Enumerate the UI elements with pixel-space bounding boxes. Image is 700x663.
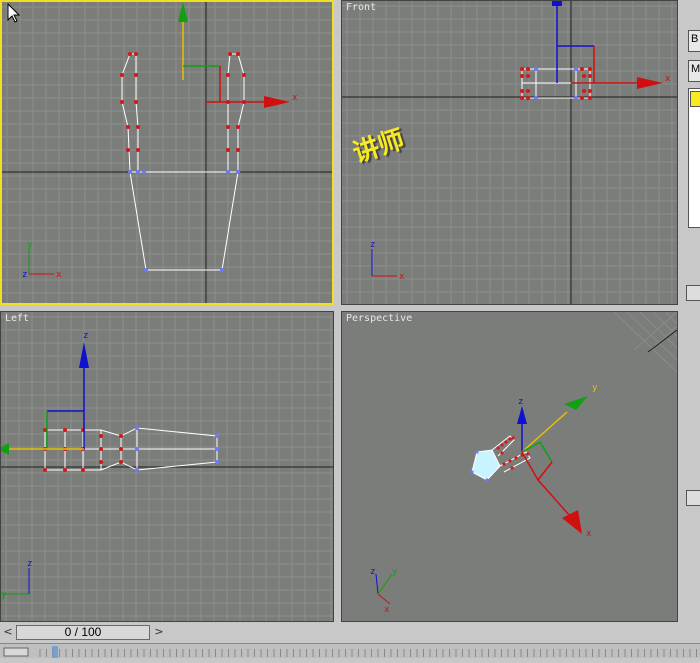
palm-outline [129, 171, 239, 271]
gizmo-z-arrow [517, 406, 527, 424]
viewport-perspective[interactable]: z y x z y x Perspective [341, 311, 678, 622]
tripod-y-label: y [27, 240, 33, 250]
gizmo-z-arrow [79, 342, 89, 368]
viewport-label-left[interactable]: Left [5, 313, 29, 324]
gizmo-z-arrow [552, 1, 562, 6]
top-viewport-canvas: x y x z [2, 2, 332, 303]
tripod-z [375, 573, 379, 595]
persp-palm [471, 449, 501, 481]
time-slider[interactable]: 0 / 100 [16, 625, 150, 640]
tripod-x-label: x [399, 272, 405, 282]
tripod-x-label: x [384, 605, 390, 615]
gizmo-x-axis [537, 479, 571, 517]
time-slider-bar: < 0 / 100 > [0, 624, 700, 642]
gizmo-plane-handle [537, 461, 553, 481]
tripod-z-label: z [370, 240, 375, 250]
tripod-x [377, 593, 391, 605]
gizmo-x-label: x [586, 529, 592, 539]
viewport-top[interactable]: x y x z [0, 0, 334, 305]
gizmo-z-label: z [518, 397, 523, 407]
gizmo-y-arrow [1, 443, 9, 455]
perspective-viewport-canvas: z y x z y x [370, 312, 677, 615]
gizmo-x-label: x [292, 93, 298, 103]
gizmo-y-label: y [592, 383, 598, 393]
grid [2, 2, 332, 303]
tripod-z-label: z [27, 559, 32, 569]
time-next-button[interactable]: > [152, 625, 166, 640]
tripod-z-label: z [22, 270, 27, 280]
rollout-collapse-button[interactable] [686, 285, 700, 301]
gizmo-y-axis [521, 411, 568, 453]
tripod-x-label: x [56, 270, 62, 280]
gizmo-x-arrow [562, 510, 582, 534]
tripod-y [377, 573, 393, 595]
command-panel: B M [680, 0, 700, 642]
gizmo-z-label: z [83, 331, 88, 341]
tripod-y-label: y [392, 567, 398, 577]
viewport-left[interactable]: z z y Left [0, 311, 334, 622]
modifier-stack-item[interactable] [690, 91, 700, 107]
gizmo-y-arrow [564, 396, 588, 410]
tripod-y-label: y [1, 590, 7, 600]
tripod-z-label: z [370, 567, 375, 577]
key-filter-icon[interactable] [3, 647, 29, 657]
unselected-vertices [128, 170, 240, 272]
name-field[interactable]: B [688, 30, 700, 52]
rollout-collapse-button-2[interactable] [686, 490, 700, 506]
gizmo-y-arrow [178, 2, 188, 22]
viewport-label-perspective[interactable]: Perspective [346, 313, 412, 324]
track-bar[interactable] [0, 643, 700, 658]
gizmo-x-label: x [665, 74, 671, 84]
perspective-grid [613, 312, 677, 373]
modifier-stack[interactable] [688, 88, 700, 228]
left-viewport-canvas: z z y [1, 312, 333, 621]
viewport-label-front[interactable]: Front [346, 2, 376, 13]
modifier-list-field[interactable]: M [688, 60, 700, 82]
time-prev-button[interactable]: < [1, 625, 15, 640]
